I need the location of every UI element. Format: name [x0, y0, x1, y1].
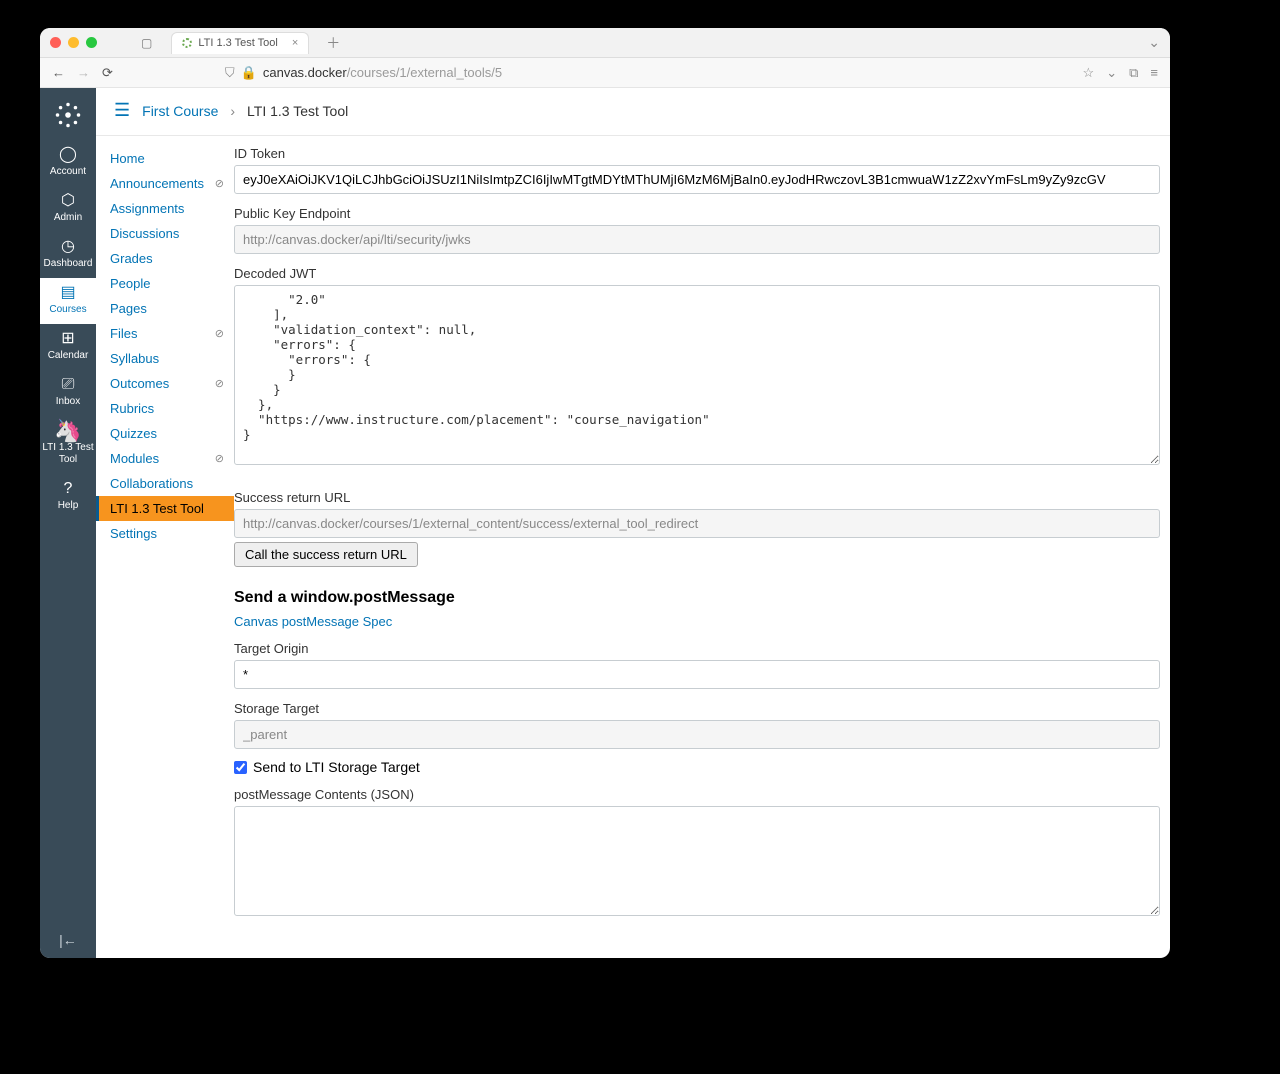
- tab-favicon-icon: [182, 38, 192, 48]
- label-id-token: ID Token: [234, 146, 1160, 161]
- book-icon: ▤: [40, 284, 96, 302]
- nav-dashboard[interactable]: ◷Dashboard: [40, 232, 96, 278]
- label-public-key: Public Key Endpoint: [234, 206, 1160, 221]
- label-pm-contents: postMessage Contents (JSON): [234, 787, 1160, 802]
- coursenav-item-rubrics[interactable]: Rubrics: [96, 396, 234, 421]
- public-key-input[interactable]: [234, 225, 1160, 254]
- storage-target-input[interactable]: [234, 720, 1160, 749]
- new-tab-icon[interactable]: ＋: [326, 33, 340, 53]
- chevron-right-icon: ›: [230, 103, 235, 119]
- coursenav-item-collaborations[interactable]: Collaborations: [96, 471, 234, 496]
- hidden-icon: ⊘: [215, 327, 224, 340]
- window-zoom-icon[interactable]: [86, 37, 97, 48]
- url-bar: ← → ⟳ ⛉ 🔒 canvas.docker/courses/1/extern…: [40, 58, 1170, 88]
- tab-title: LTI 1.3 Test Tool: [198, 37, 278, 49]
- coursenav-item-settings[interactable]: Settings: [96, 521, 234, 546]
- forward-icon: →: [77, 65, 90, 80]
- nav-admin[interactable]: ⬡Admin: [40, 186, 96, 232]
- shield-icon[interactable]: ⛉: [225, 65, 235, 81]
- coursenav-item-quizzes[interactable]: Quizzes: [96, 421, 234, 446]
- nav-lti-tool[interactable]: 🦄LTI 1.3 Test Tool: [40, 416, 96, 474]
- postmessage-heading: Send a window.postMessage: [234, 589, 1160, 607]
- app-body: ◯Account ⬡Admin ◷Dashboard ▤Courses ⊞Cal…: [40, 88, 1170, 958]
- success-url-input[interactable]: [234, 509, 1160, 538]
- hamburger-icon[interactable]: ☰: [114, 100, 130, 121]
- hidden-icon: ⊘: [215, 452, 224, 465]
- coursenav-item-syllabus[interactable]: Syllabus: [96, 346, 234, 371]
- nav-inbox[interactable]: ⎚Inbox: [40, 370, 96, 416]
- window-close-icon[interactable]: [50, 37, 61, 48]
- decoded-jwt-textarea[interactable]: [234, 285, 1160, 465]
- collapse-nav-icon[interactable]: |←: [59, 922, 77, 958]
- tabs-overflow-icon[interactable]: ⌄: [1148, 34, 1160, 51]
- target-origin-input[interactable]: [234, 660, 1160, 689]
- titlebar: ▢ LTI 1.3 Test Tool × ＋ ⌄: [40, 28, 1170, 58]
- coursenav-item-home[interactable]: Home: [96, 146, 234, 171]
- coursenav-item-grades[interactable]: Grades: [96, 246, 234, 271]
- hidden-icon: ⊘: [215, 377, 224, 390]
- extensions-icon[interactable]: ⧉: [1129, 65, 1138, 81]
- menu-icon[interactable]: ≡: [1150, 65, 1158, 81]
- window-minimize-icon[interactable]: [68, 37, 79, 48]
- coursenav-item-lti-1-3-test-tool[interactable]: LTI 1.3 Test Tool: [96, 496, 234, 521]
- coursenav-item-announcements[interactable]: Announcements⊘: [96, 171, 234, 196]
- url-text: canvas.docker/courses/1/external_tools/5: [263, 65, 502, 80]
- canvas-logo-icon[interactable]: [53, 100, 83, 130]
- global-nav: ◯Account ⬡Admin ◷Dashboard ▤Courses ⊞Cal…: [40, 88, 96, 958]
- breadcrumb-course[interactable]: First Course: [142, 103, 218, 119]
- label-storage-target: Storage Target: [234, 701, 1160, 716]
- breadcrumb-current: LTI 1.3 Test Tool: [247, 103, 348, 119]
- coursenav-item-discussions[interactable]: Discussions: [96, 221, 234, 246]
- id-token-input[interactable]: [234, 165, 1160, 194]
- coursenav-item-assignments[interactable]: Assignments: [96, 196, 234, 221]
- tab-close-icon[interactable]: ×: [292, 37, 298, 49]
- back-icon[interactable]: ←: [52, 65, 65, 80]
- send-lti-label: Send to LTI Storage Target: [253, 759, 420, 775]
- nav-courses[interactable]: ▤Courses: [40, 278, 96, 324]
- help-icon: ?: [40, 480, 96, 498]
- course-nav: HomeAnnouncements⊘AssignmentsDiscussions…: [96, 136, 234, 958]
- hidden-icon: ⊘: [215, 177, 224, 190]
- browser-window: ▢ LTI 1.3 Test Tool × ＋ ⌄ ← → ⟳ ⛉ 🔒 canv…: [40, 28, 1170, 958]
- user-icon: ◯: [40, 146, 96, 164]
- label-target-origin: Target Origin: [234, 641, 1160, 656]
- nav-calendar[interactable]: ⊞Calendar: [40, 324, 96, 370]
- pocket-icon[interactable]: ⌄: [1106, 65, 1117, 81]
- label-success-url: Success return URL: [234, 490, 1160, 505]
- label-decoded-jwt: Decoded JWT: [234, 266, 1160, 281]
- reload-icon[interactable]: ⟳: [102, 65, 113, 81]
- bookmark-icon[interactable]: ☆: [1083, 65, 1095, 81]
- gauge-icon: ◷: [40, 238, 96, 256]
- calendar-icon: ⊞: [40, 330, 96, 348]
- canvas-spec-link[interactable]: Canvas postMessage Spec: [234, 614, 392, 629]
- coursenav-item-outcomes[interactable]: Outcomes⊘: [96, 371, 234, 396]
- pm-contents-textarea[interactable]: [234, 806, 1160, 916]
- coursenav-item-people[interactable]: People: [96, 271, 234, 296]
- call-success-button[interactable]: Call the success return URL: [234, 542, 418, 567]
- page-content: ID Token Public Key Endpoint Decoded JWT…: [234, 136, 1170, 958]
- inbox-icon: ⎚: [40, 376, 96, 394]
- browser-tab[interactable]: LTI 1.3 Test Tool ×: [171, 32, 309, 54]
- sidebar-icon[interactable]: ▢: [141, 36, 152, 50]
- nav-help[interactable]: ?Help: [40, 474, 96, 520]
- breadcrumbs: ☰ First Course › LTI 1.3 Test Tool: [96, 88, 1170, 136]
- shield-icon: ⬡: [40, 192, 96, 210]
- coursenav-item-pages[interactable]: Pages: [96, 296, 234, 321]
- insecure-lock-icon[interactable]: 🔒: [241, 65, 257, 81]
- coursenav-item-files[interactable]: Files⊘: [96, 321, 234, 346]
- nav-account[interactable]: ◯Account: [40, 140, 96, 186]
- address-field[interactable]: ⛉ 🔒 canvas.docker/courses/1/external_too…: [225, 65, 502, 81]
- unicorn-icon: 🦄: [40, 422, 96, 440]
- send-lti-checkbox[interactable]: [234, 761, 247, 774]
- coursenav-item-modules[interactable]: Modules⊘: [96, 446, 234, 471]
